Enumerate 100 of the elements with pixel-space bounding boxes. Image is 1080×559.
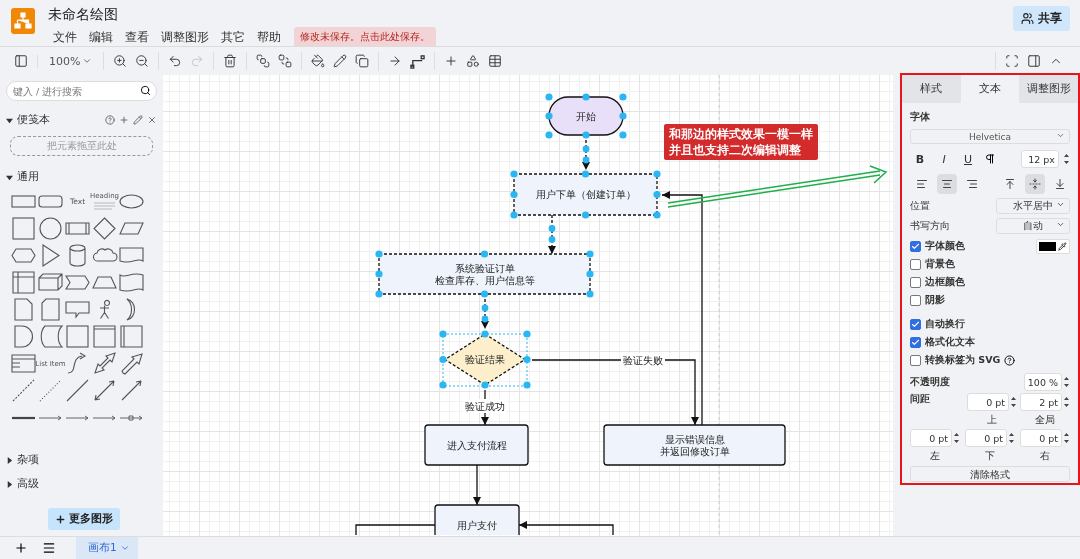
caret-icon[interactable] [6, 173, 13, 181]
process-node[interactable] [603, 424, 786, 466]
caret-icon [82, 56, 93, 66]
clear-format-button[interactable]: 清除格式 [910, 466, 1070, 482]
checkbox-label: 转换标签为 SVG [925, 353, 1001, 367]
dropdown-select[interactable]: 自动 [996, 218, 1070, 234]
checkbox[interactable] [910, 294, 921, 306]
more-shapes-button[interactable]: 更多图形 [48, 508, 120, 530]
edge-label: 验证成功 [465, 400, 505, 412]
spacing-field[interactable]: 0 pt [1020, 429, 1062, 447]
edge-handles[interactable] [582, 145, 590, 164]
page-tab[interactable]: 画布1 [76, 537, 138, 559]
search-field[interactable]: 键入 / 进行搜索 [6, 81, 157, 101]
menu-item[interactable]: 编辑 [84, 28, 118, 46]
checkbox[interactable] [910, 336, 921, 348]
spacing-field[interactable]: 0 pt [965, 429, 1007, 447]
field-label: 位置 [910, 199, 930, 213]
color-picker[interactable] [1036, 238, 1070, 254]
menu-item[interactable]: 文件 [48, 28, 82, 46]
edge-handles[interactable] [548, 225, 556, 243]
node-label: 开始 [576, 110, 596, 122]
connector-arrow[interactable] [661, 191, 703, 426]
section-title[interactable]: 通用 [17, 170, 39, 184]
checkbox[interactable] [910, 318, 921, 330]
checkbox[interactable] [910, 240, 921, 252]
checkbox[interactable] [910, 354, 921, 366]
menu-icon[interactable] [42, 541, 56, 555]
font-select[interactable]: Helvetica [910, 129, 1070, 144]
stepper-icon[interactable] [1063, 374, 1070, 390]
edit-icon[interactable] [133, 115, 143, 125]
double-block-arrow-shape-icon[interactable] [91, 350, 118, 377]
connector-arrow[interactable] [548, 214, 556, 255]
panel-tab[interactable]: 样式 [902, 75, 961, 103]
text-style-button[interactable]: U [958, 150, 978, 168]
help-icon[interactable] [1004, 354, 1016, 366]
spacing-field[interactable]: 0 pt [910, 429, 952, 447]
internal-storage-shape-icon[interactable] [10, 269, 37, 296]
checkbox-label: 格式化文本 [925, 335, 975, 349]
connector-arrow[interactable] [473, 464, 481, 506]
menu-item[interactable]: 其它 [216, 28, 250, 46]
checkbox-label: 阴影 [925, 293, 945, 307]
stepper-icon[interactable] [1008, 430, 1015, 446]
field-caption: 右 [1040, 450, 1050, 463]
middle-align-button[interactable] [1024, 174, 1045, 194]
text-style-button[interactable]: B [910, 150, 930, 168]
process-node[interactable] [424, 424, 529, 466]
text-style-button[interactable]: I [934, 150, 954, 168]
edge-handles[interactable] [481, 304, 489, 323]
field-caption: 下 [985, 450, 995, 463]
caret-icon [1056, 131, 1065, 140]
check-icon [911, 241, 920, 251]
caret-icon[interactable] [6, 456, 13, 464]
add-page-icon[interactable] [14, 541, 28, 555]
spacing-field[interactable]: 0 pt [967, 393, 1009, 411]
stepper-icon[interactable] [1010, 394, 1017, 410]
section-title[interactable]: 杂项 [17, 453, 39, 467]
stepper-icon[interactable] [953, 430, 960, 446]
align-top-icon [1003, 178, 1016, 190]
double-arrow-shape-icon[interactable] [91, 377, 118, 404]
node-label: 用户下单（创建订单） [535, 189, 636, 200]
checkbox-label: 自动换行 [925, 317, 965, 331]
stepper-icon[interactable] [1063, 430, 1070, 446]
diamond-shape-icon[interactable] [91, 215, 118, 242]
checkbox-label: 边框颜色 [925, 275, 965, 289]
opacity-field[interactable]: 100 % [1024, 373, 1062, 391]
menu-item[interactable]: 调整图形 [156, 28, 214, 46]
caret-icon[interactable] [6, 480, 13, 488]
connector-arrow[interactable] [518, 521, 614, 535]
connector-line[interactable] [355, 524, 436, 535]
zoom-select[interactable]: 100% [45, 54, 97, 68]
add-icon[interactable] [119, 115, 129, 125]
search-icon [140, 85, 151, 96]
dropdown-select[interactable]: 水平居中 [996, 198, 1070, 214]
process-node[interactable] [434, 504, 520, 535]
panel-tab[interactable]: 调整图形 [1019, 75, 1078, 103]
field-caption: 左 [930, 450, 940, 463]
stepper-icon[interactable] [1063, 151, 1070, 167]
section-title[interactable]: 高级 [17, 477, 39, 491]
align-middle-icon [1028, 178, 1041, 190]
font-size-field[interactable]: 12 px [1021, 150, 1059, 168]
close-icon[interactable] [147, 115, 157, 125]
checkbox[interactable] [910, 258, 921, 270]
field-label: 不透明度 [910, 375, 950, 389]
annotation-text: 和那边的样式效果一模一样 [669, 126, 813, 142]
center-align-button[interactable] [937, 174, 958, 194]
line-shape-icon[interactable] [64, 377, 91, 404]
section-title[interactable]: 便笺本 [17, 113, 50, 127]
caret-icon[interactable] [6, 116, 13, 124]
menu-item[interactable]: 查看 [120, 28, 154, 46]
menu-item[interactable]: 帮助 [252, 28, 286, 46]
share-button[interactable]: 共享 [1013, 6, 1070, 31]
checkbox[interactable] [910, 276, 921, 288]
pilcrow-icon [984, 153, 996, 165]
document-title[interactable]: 未命名绘图 [48, 6, 1000, 24]
stepper-icon[interactable] [1063, 394, 1070, 410]
spacing-field[interactable]: 2 pt [1020, 393, 1062, 411]
circle-shape-icon[interactable] [37, 215, 64, 242]
field-label: 间距 [910, 393, 930, 406]
unsaved-notice[interactable]: 修改未保存。点击此处保存。 [294, 27, 436, 47]
section-label: 字体 [910, 111, 931, 124]
